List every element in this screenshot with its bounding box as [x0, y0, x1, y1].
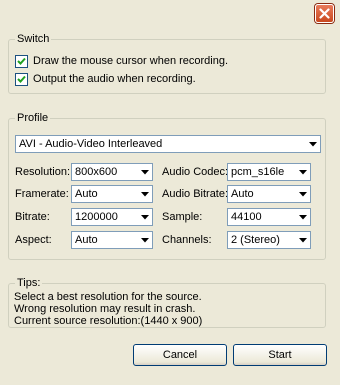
framerate-label: Framerate:	[15, 188, 69, 200]
checkmark-icon	[17, 57, 26, 65]
chevron-down-icon	[141, 192, 149, 197]
format-value: AVI - Audio-Video Interleaved	[19, 138, 163, 150]
aspect-label: Aspect:	[15, 234, 52, 246]
resolution-select[interactable]: 800x600	[71, 163, 153, 181]
switch-group-title: Switch	[15, 32, 52, 46]
output-audio-label: Output the audio when recording.	[33, 73, 196, 85]
channels-select[interactable]: 2 (Stereo)	[227, 231, 311, 249]
output-audio-option[interactable]: Output the audio when recording.	[15, 72, 196, 86]
close-button[interactable]	[315, 4, 334, 23]
title-bar	[0, 0, 340, 26]
channels-value: 2 (Stereo)	[231, 234, 280, 246]
audio-codec-value: pcm_s16le	[231, 166, 285, 178]
bitrate-value: 1200000	[75, 211, 118, 223]
profile-group-title: Profile	[15, 111, 51, 125]
chevron-down-icon	[141, 215, 149, 220]
chevron-down-icon	[299, 192, 307, 197]
close-icon	[319, 8, 330, 19]
sample-value: 44100	[231, 211, 262, 223]
audio-codec-label: Audio Codec:	[162, 166, 229, 178]
audio-bitrate-label: Audio Bitrate:	[162, 188, 229, 200]
sample-label: Sample:	[162, 211, 203, 223]
resolution-value: 800x600	[75, 166, 118, 178]
tip-line: Wrong resolution may result in crash.	[14, 303, 196, 315]
chevron-down-icon	[299, 215, 307, 220]
framerate-value: Auto	[75, 188, 98, 200]
tips-group: Tips: Select a best resolution for the s…	[8, 276, 326, 328]
framerate-select[interactable]: Auto	[71, 185, 153, 203]
cancel-button[interactable]: Cancel	[133, 344, 227, 366]
chevron-down-icon	[299, 238, 307, 243]
audio-codec-select[interactable]: pcm_s16le	[227, 163, 311, 181]
audio-bitrate-value: Auto	[231, 188, 254, 200]
aspect-value: Auto	[75, 234, 98, 246]
audio-bitrate-select[interactable]: Auto	[227, 185, 311, 203]
tip-line: Select a best resolution for the source.	[14, 291, 202, 303]
format-select[interactable]: AVI - Audio-Video Interleaved	[15, 135, 321, 153]
output-audio-checkbox[interactable]	[15, 72, 28, 86]
tips-group-title: Tips:	[15, 276, 43, 290]
draw-cursor-checkbox[interactable]	[15, 54, 28, 68]
chevron-down-icon	[141, 238, 149, 243]
recording-settings-dialog: Switch Draw the mouse cursor when record…	[0, 0, 340, 385]
draw-cursor-option[interactable]: Draw the mouse cursor when recording.	[15, 54, 228, 68]
bitrate-select[interactable]: 1200000	[71, 208, 153, 226]
chevron-down-icon	[299, 170, 307, 175]
start-button[interactable]: Start	[233, 344, 327, 366]
profile-group: Profile AVI - Audio-Video Interleaved Re…	[8, 111, 326, 260]
chevron-down-icon	[309, 142, 317, 147]
tip-line: Current source resolution:(1440 x 900)	[14, 315, 203, 327]
switch-group: Switch Draw the mouse cursor when record…	[8, 32, 326, 94]
resolution-label: Resolution:	[15, 166, 71, 178]
draw-cursor-label: Draw the mouse cursor when recording.	[33, 55, 229, 67]
chevron-down-icon	[141, 170, 149, 175]
checkmark-icon	[17, 75, 26, 83]
aspect-select[interactable]: Auto	[71, 231, 153, 249]
bitrate-label: Bitrate:	[15, 211, 50, 223]
sample-select[interactable]: 44100	[227, 208, 311, 226]
channels-label: Channels:	[162, 234, 212, 246]
